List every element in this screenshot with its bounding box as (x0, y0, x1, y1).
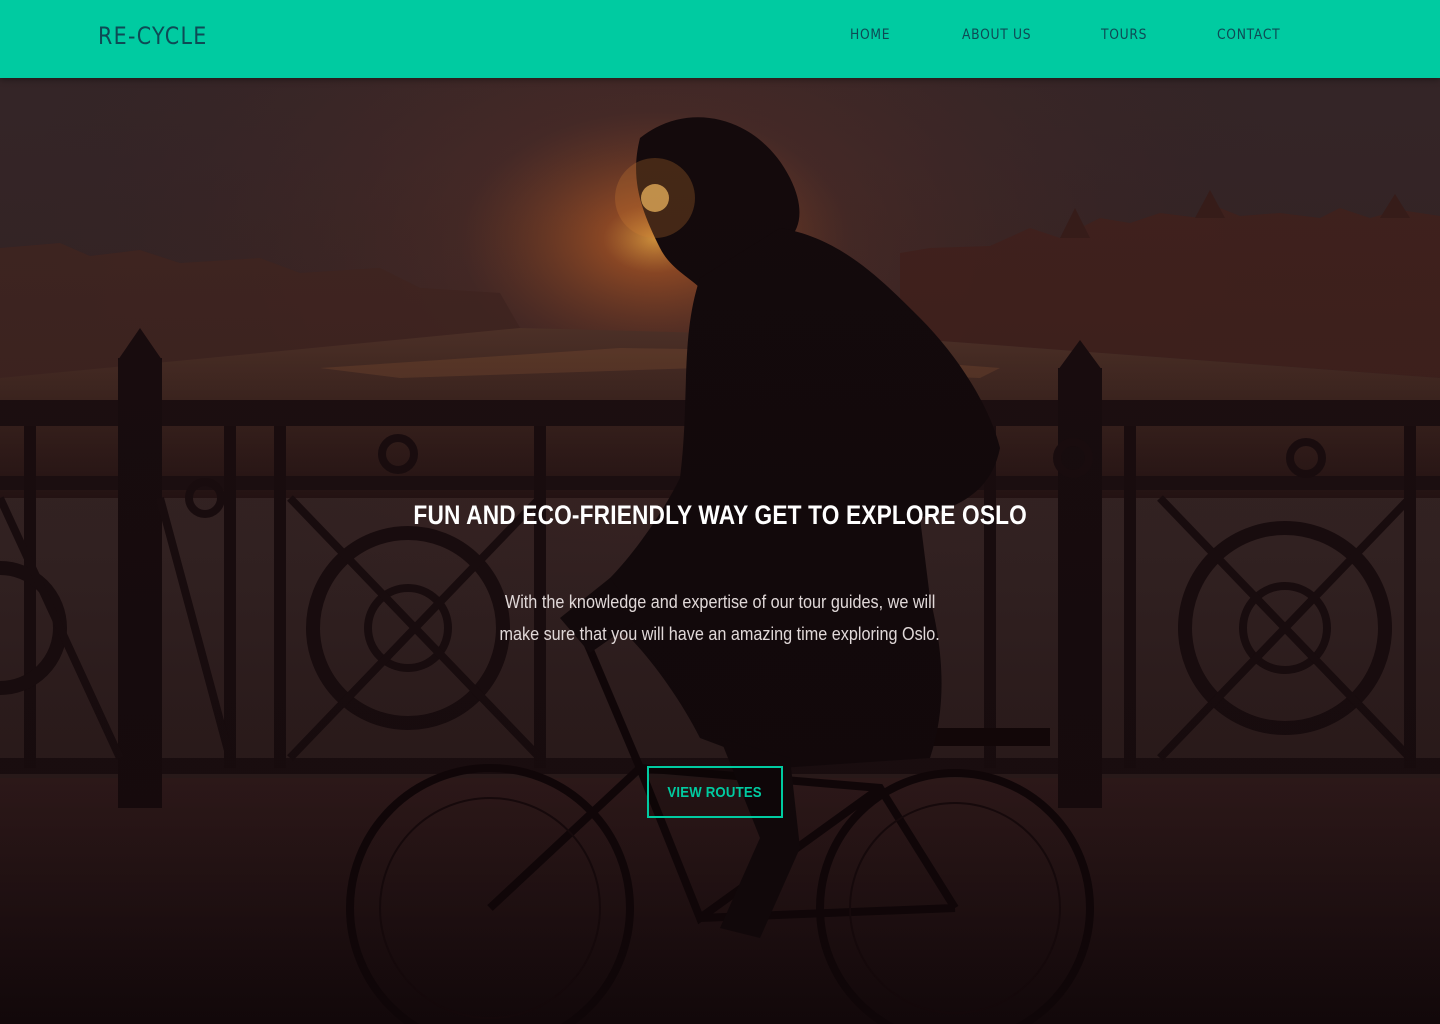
navbar: RE-CYCLE HOME ABOUT US TOURS CONTACT (0, 0, 1440, 78)
hero-section: FUN AND ECO-FRIENDLY WAY GET TO EXPLORE … (0, 78, 1440, 1024)
hero-description-line-1: With the knowledge and expertise of our … (504, 592, 936, 612)
hero-title: FUN AND ECO-FRIENDLY WAY GET TO EXPLORE … (0, 500, 1440, 531)
view-routes-button[interactable]: VIEW ROUTES (647, 766, 783, 818)
hero-description-line-2: make sure that you will have an amazing … (499, 624, 941, 644)
nav-link-contact[interactable]: CONTACT (1217, 27, 1280, 43)
nav-link-home[interactable]: HOME (850, 27, 890, 43)
hero-content: FUN AND ECO-FRIENDLY WAY GET TO EXPLORE … (0, 78, 1440, 1024)
hero-title-text: FUN AND ECO-FRIENDLY WAY GET TO EXPLORE … (413, 500, 1027, 530)
nav-link-tours[interactable]: TOURS (1101, 27, 1147, 43)
view-routes-label: VIEW ROUTES (667, 783, 763, 801)
brand-logo[interactable]: RE-CYCLE (98, 22, 208, 50)
hero-description: With the knowledge and expertise of our … (470, 586, 970, 650)
nav-link-about-us[interactable]: ABOUT US (962, 27, 1031, 43)
